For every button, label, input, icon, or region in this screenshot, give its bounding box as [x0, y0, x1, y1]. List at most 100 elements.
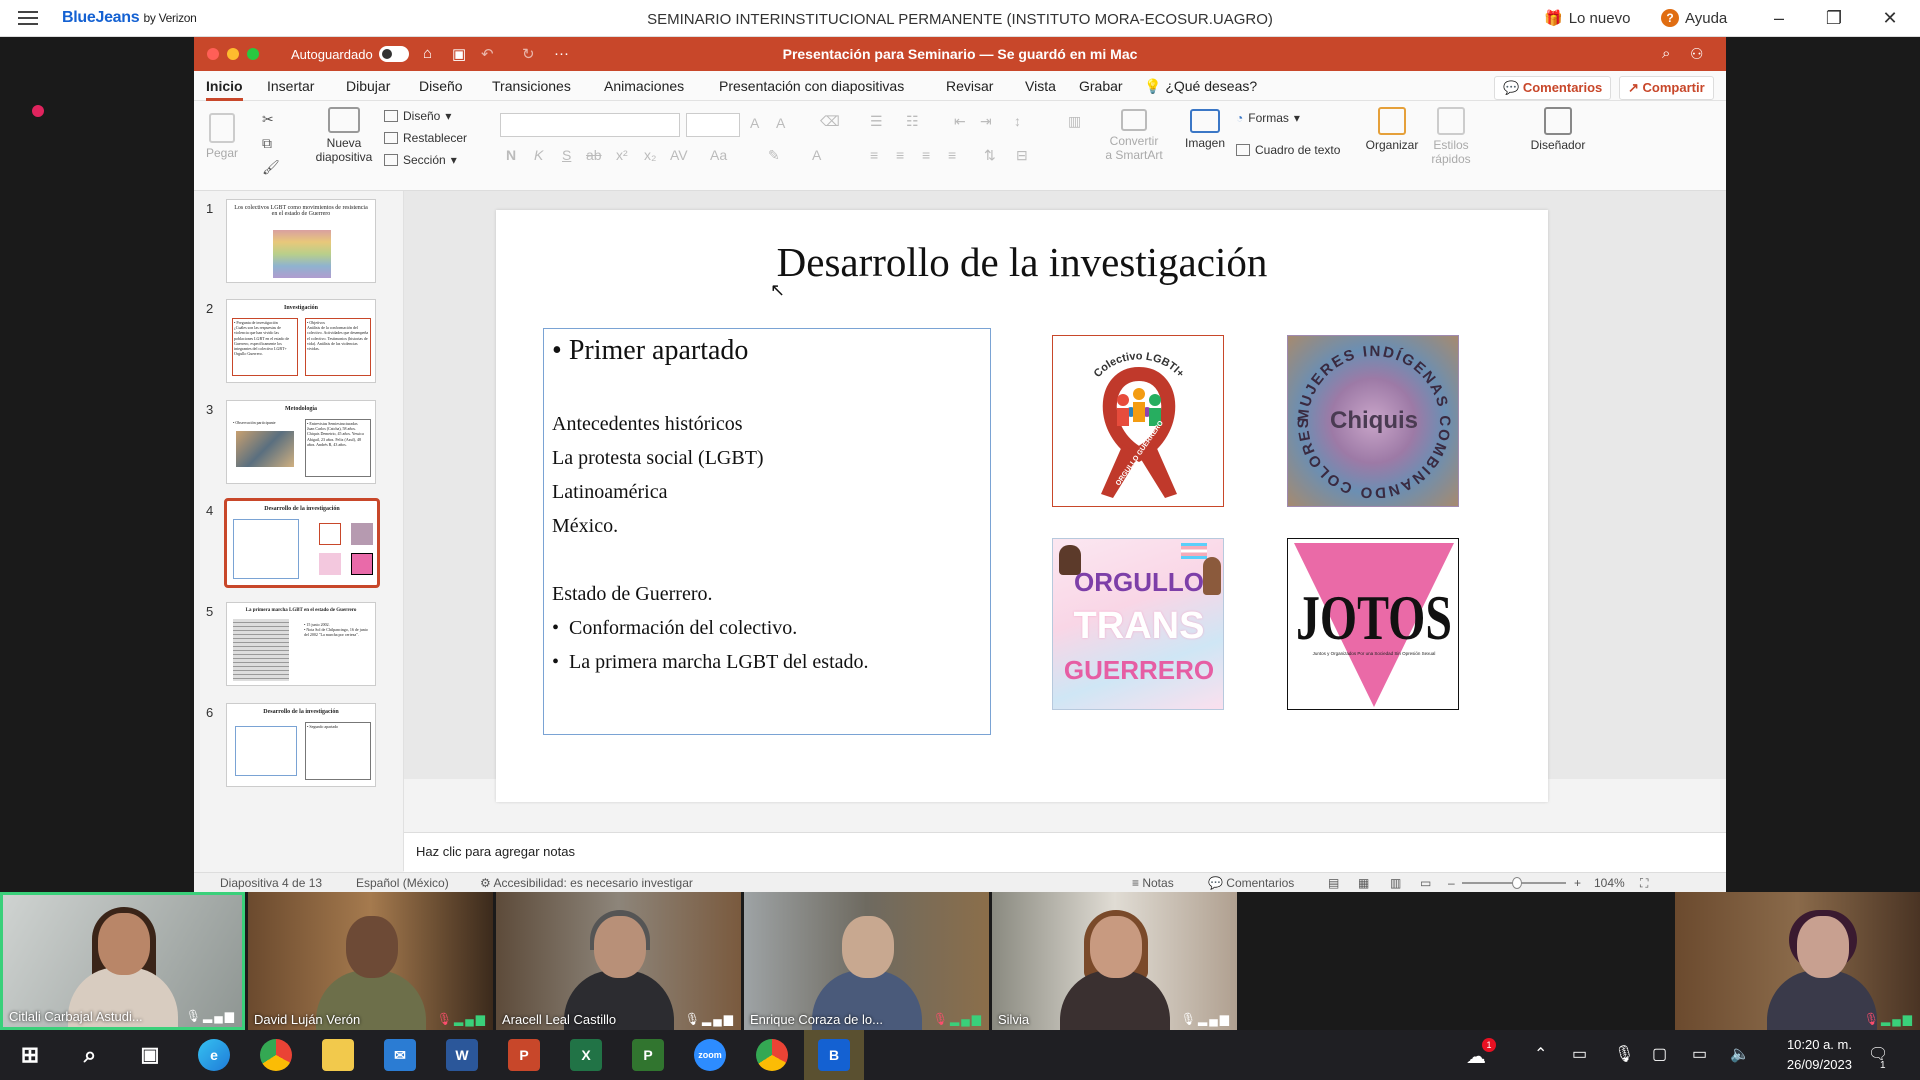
mac-zoom-icon[interactable]	[247, 48, 259, 60]
project-icon[interactable]: P	[632, 1039, 664, 1071]
task-view-icon[interactable]: ▣	[134, 1039, 166, 1071]
powerpoint-icon[interactable]: P	[508, 1039, 540, 1071]
toggle-switch[interactable]	[378, 46, 409, 62]
cut-icon[interactable]: ✂	[262, 111, 274, 128]
font-name-select[interactable]	[500, 113, 680, 137]
device-icon[interactable]: ▢	[1652, 1044, 1667, 1064]
jotos-logo-image[interactable]: JOTOS Juntos y Organizados Por una Socie…	[1287, 538, 1459, 710]
slide-sorter-icon[interactable]: ▦	[1358, 876, 1369, 890]
save-icon[interactable]: ▣	[452, 45, 466, 63]
text-direction-icon[interactable]: ⇅	[984, 147, 996, 164]
hamburger-menu-icon[interactable]	[18, 9, 38, 27]
zoom-level[interactable]: 104%	[1594, 876, 1625, 890]
tab-grabar[interactable]: Grabar	[1079, 78, 1123, 94]
zoom-icon[interactable]: zoom	[694, 1039, 726, 1071]
slide-title[interactable]: Desarrollo de la investigación	[496, 238, 1548, 286]
search-icon[interactable]: ⌕	[74, 1039, 106, 1071]
numbering-icon[interactable]: ☷	[906, 113, 919, 130]
notes-toggle[interactable]: ≡ Notas	[1132, 876, 1174, 890]
share-people-icon[interactable]: ⚇	[1690, 45, 1703, 63]
current-slide[interactable]: Desarrollo de la investigación • Primer …	[496, 210, 1548, 802]
grow-font-icon[interactable]: A	[750, 115, 759, 131]
clear-format-icon[interactable]: ⌫	[820, 113, 840, 130]
tab-transiciones[interactable]: Transiciones	[492, 78, 571, 94]
paste-button[interactable]: Pegar	[204, 113, 240, 160]
volume-icon[interactable]: 🔈	[1730, 1044, 1750, 1064]
mac-close-icon[interactable]	[207, 48, 219, 60]
arrange-button[interactable]: Organizar	[1364, 107, 1420, 152]
convert-smartart-button[interactable]: Convertir a SmartArt	[1099, 109, 1169, 162]
char-spacing-icon[interactable]: AV	[670, 147, 688, 163]
tab-insertar[interactable]: Insertar	[267, 78, 314, 94]
excel-icon[interactable]: X	[570, 1039, 602, 1071]
fit-to-window-icon[interactable]: ⛶	[1640, 876, 1648, 891]
self-view-tile[interactable]: 🎙▂▄▆	[1675, 892, 1920, 1030]
line-spacing-icon[interactable]: ↕	[1014, 113, 1021, 129]
justify-icon[interactable]: ≡	[948, 147, 956, 163]
reading-view-icon[interactable]: ▥	[1390, 876, 1401, 890]
home-icon[interactable]: ⌂	[423, 45, 432, 62]
columns-icon[interactable]: ▥	[1068, 113, 1081, 130]
bluejeans-icon[interactable]: B	[818, 1039, 850, 1071]
participant-tile[interactable]: Citlali Carbajal Astudi... 🎙▂▄▆	[0, 892, 245, 1030]
highlight-icon[interactable]: ✎	[768, 147, 780, 164]
italic-icon[interactable]: K	[534, 147, 543, 163]
orgullo-trans-image[interactable]: ORGULLO TRANS GUERRERO	[1052, 538, 1224, 710]
restore-icon[interactable]: ❐	[1814, 5, 1854, 31]
slide-thumbnail-6[interactable]: Desarrollo de la investigación • Segundo…	[226, 703, 376, 787]
tab-revisar[interactable]: Revisar	[946, 78, 993, 94]
network-icon[interactable]: ▭	[1692, 1044, 1707, 1064]
format-painter-icon[interactable]: 🖌	[262, 159, 280, 176]
slideshow-icon[interactable]: ▭	[1420, 876, 1431, 890]
slide-thumbnail-2[interactable]: Investigación • Pregunta de investigació…	[226, 299, 376, 383]
tab-inicio[interactable]: Inicio	[206, 78, 243, 101]
close-icon[interactable]: ✕	[1870, 5, 1910, 31]
copy-icon[interactable]: ⧉	[262, 135, 272, 152]
shapes-button[interactable]: ◔ Formas ▾	[1236, 111, 1300, 125]
increase-indent-icon[interactable]: ⇥	[980, 113, 992, 130]
word-icon[interactable]: W	[446, 1039, 478, 1071]
tab-diseno[interactable]: Diseño	[419, 78, 463, 94]
whats-new-button[interactable]: 🎁 Lo nuevo	[1544, 9, 1630, 28]
more-icon[interactable]: ···	[554, 45, 569, 62]
language-indicator[interactable]: Español (México)	[356, 876, 449, 890]
layout-button[interactable]: Diseño ▾	[384, 109, 451, 123]
normal-view-icon[interactable]: ▤	[1328, 876, 1339, 890]
tab-vista[interactable]: Vista	[1025, 78, 1056, 94]
clock[interactable]: 10:20 a. m. 26/09/2023	[1787, 1035, 1852, 1075]
participant-tile[interactable]: David Luján Verón 🎙▂▄▆	[248, 892, 493, 1030]
zoom-slider[interactable]	[1462, 877, 1566, 889]
share-button[interactable]: ↗ Compartir	[1619, 76, 1714, 100]
reset-button[interactable]: Restablecer	[384, 131, 467, 145]
redo-icon[interactable]: ↻	[522, 45, 535, 63]
subscript-icon[interactable]: x₂	[644, 147, 656, 163]
speaker-notes-area[interactable]: Haz clic para agregar notas	[404, 832, 1726, 872]
participant-tile[interactable]: Aracell Leal Castillo 🎙▂▄▆	[496, 892, 741, 1030]
shrink-font-icon[interactable]: A	[776, 115, 785, 131]
zoom-slider-thumb[interactable]	[1512, 877, 1522, 889]
decrease-indent-icon[interactable]: ⇤	[954, 113, 966, 130]
participant-tile[interactable]: Silvia 🎙▂▄▆	[992, 892, 1237, 1030]
accessibility-checker[interactable]: ⚙ Accesibilidad: es necesario investigar	[480, 876, 693, 890]
slide-body-textbox[interactable]: • Primer apartado Antecedentes histórico…	[543, 328, 991, 735]
comments-toggle[interactable]: 💬 Comentarios	[1208, 876, 1294, 890]
search-icon[interactable]: ⌕	[1662, 45, 1670, 62]
font-color-icon[interactable]: A	[812, 147, 821, 163]
comments-button[interactable]: 💬 Comentarios	[1494, 76, 1612, 100]
zoom-in-icon[interactable]: +	[1574, 876, 1581, 890]
align-center-icon[interactable]: ≡	[896, 147, 904, 163]
superscript-icon[interactable]: x²	[616, 147, 628, 163]
participant-tile[interactable]: Enrique Coraza de lo... 🎙▂▄▆	[744, 892, 989, 1030]
minimize-icon[interactable]: –	[1759, 5, 1799, 31]
tab-animaciones[interactable]: Animaciones	[604, 78, 684, 94]
slide-thumbnail-1[interactable]: Los colectivos LGBT como movimientos de …	[226, 199, 376, 283]
strikethrough-icon[interactable]: ab	[586, 147, 602, 163]
chiquis-logo-image[interactable]: MUJERES INDÍGENAS COMBINANDO COLORES Chi…	[1287, 335, 1459, 507]
mail-icon[interactable]: ✉	[384, 1039, 416, 1071]
align-right-icon[interactable]: ≡	[922, 147, 930, 163]
section-button[interactable]: Sección ▾	[384, 153, 457, 167]
microphone-icon[interactable]: 🎙	[1614, 1044, 1634, 1064]
image-button[interactable]: Imagen	[1184, 109, 1226, 150]
bullets-icon[interactable]: ☰	[870, 113, 883, 130]
slide-thumbnail-3[interactable]: Metodología • Observación participante •…	[226, 400, 376, 484]
